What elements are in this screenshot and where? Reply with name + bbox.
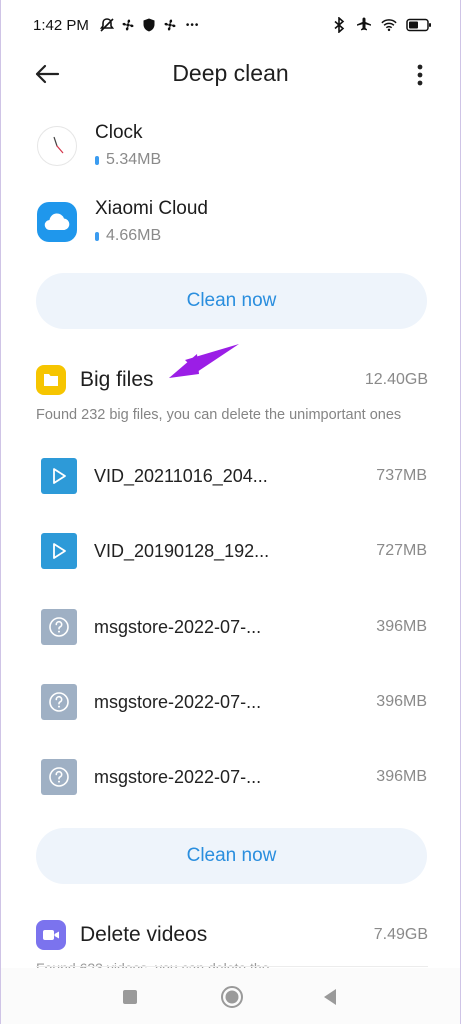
video-file-icon xyxy=(41,533,77,569)
app-item-xiaomi-cloud[interactable]: Xiaomi Cloud 4.66MB xyxy=(37,187,437,257)
recents-square-icon xyxy=(123,990,137,1004)
cloud-icon xyxy=(37,202,77,242)
section-title: Delete videos xyxy=(80,923,208,946)
file-size: 737MB xyxy=(376,467,427,484)
file-name: VID_20211016_204... xyxy=(94,465,268,486)
file-name: msgstore-2022-07-... xyxy=(94,616,262,637)
file-name: msgstore-2022-07-... xyxy=(94,691,262,712)
back-triangle-icon xyxy=(324,989,336,1005)
status-bar: 1:42 PM ••• xyxy=(1,0,460,50)
file-size: 396MB xyxy=(376,768,427,785)
app-name: Clock xyxy=(95,122,143,143)
folder-icon xyxy=(36,365,66,395)
app-item-clock[interactable]: Clock 5.34MB xyxy=(37,111,437,181)
more-options-button[interactable] xyxy=(410,62,430,88)
file-row[interactable]: msgstore-2022-07-... 396MB xyxy=(41,607,427,647)
wifi-icon xyxy=(381,17,397,33)
file-size: 727MB xyxy=(376,542,427,559)
shield-icon xyxy=(141,17,157,33)
bluetooth-icon xyxy=(331,17,347,33)
section-total-size: 7.49GB xyxy=(373,926,428,943)
app-name: Xiaomi Cloud xyxy=(95,198,208,219)
section-title: Big files xyxy=(80,368,154,391)
delete-videos-header[interactable]: Delete videos 7.49GB xyxy=(36,918,428,952)
fan-icon xyxy=(162,17,178,33)
app-size: 4.66MB xyxy=(106,227,162,244)
file-size: 396MB xyxy=(376,693,427,710)
unknown-file-icon xyxy=(41,609,77,645)
file-size: 396MB xyxy=(376,618,427,635)
section-description: Found 232 big files, you can delete the … xyxy=(36,407,402,423)
airplane-mode-icon xyxy=(356,17,372,33)
annotation-arrow-icon xyxy=(169,344,239,378)
more-vertical-icon xyxy=(417,64,423,86)
video-folder-icon xyxy=(36,920,66,950)
divider xyxy=(36,966,428,967)
file-row[interactable]: VID_20190128_192... 727MB xyxy=(41,531,427,571)
recents-button[interactable] xyxy=(117,984,143,1010)
file-row[interactable]: msgstore-2022-07-... 396MB xyxy=(41,757,427,797)
file-name: VID_20190128_192... xyxy=(94,540,270,561)
section-total-size: 12.40GB xyxy=(364,371,428,388)
header-bar: Deep clean xyxy=(1,50,460,98)
back-nav-button[interactable] xyxy=(317,984,343,1010)
video-file-icon xyxy=(41,458,77,494)
clean-now-button[interactable]: Clean now xyxy=(36,273,427,329)
file-name: msgstore-2022-07-... xyxy=(94,766,262,787)
file-row[interactable]: VID_20211016_204... 737MB xyxy=(41,456,427,496)
unknown-file-icon xyxy=(41,759,77,795)
status-time: 1:42 PM xyxy=(33,16,89,34)
clock-icon xyxy=(37,126,77,166)
size-indicator xyxy=(95,155,99,165)
more-status-indicator: ••• xyxy=(185,19,200,31)
clean-now-button[interactable]: Clean now xyxy=(36,828,427,884)
size-indicator xyxy=(95,231,99,241)
notifications-off-icon xyxy=(99,17,115,33)
page-title: Deep clean xyxy=(172,60,289,86)
battery-icon xyxy=(406,17,432,33)
home-circle-icon xyxy=(221,986,243,1008)
fan-icon xyxy=(120,17,136,33)
navigation-bar xyxy=(1,968,460,1024)
home-button[interactable] xyxy=(217,982,247,1012)
app-size: 5.34MB xyxy=(106,151,162,168)
screen: 1:42 PM ••• Deep clean Clock 5.34MB Xiao… xyxy=(0,0,461,1024)
file-row[interactable]: msgstore-2022-07-... 396MB xyxy=(41,682,427,722)
unknown-file-icon xyxy=(41,684,77,720)
